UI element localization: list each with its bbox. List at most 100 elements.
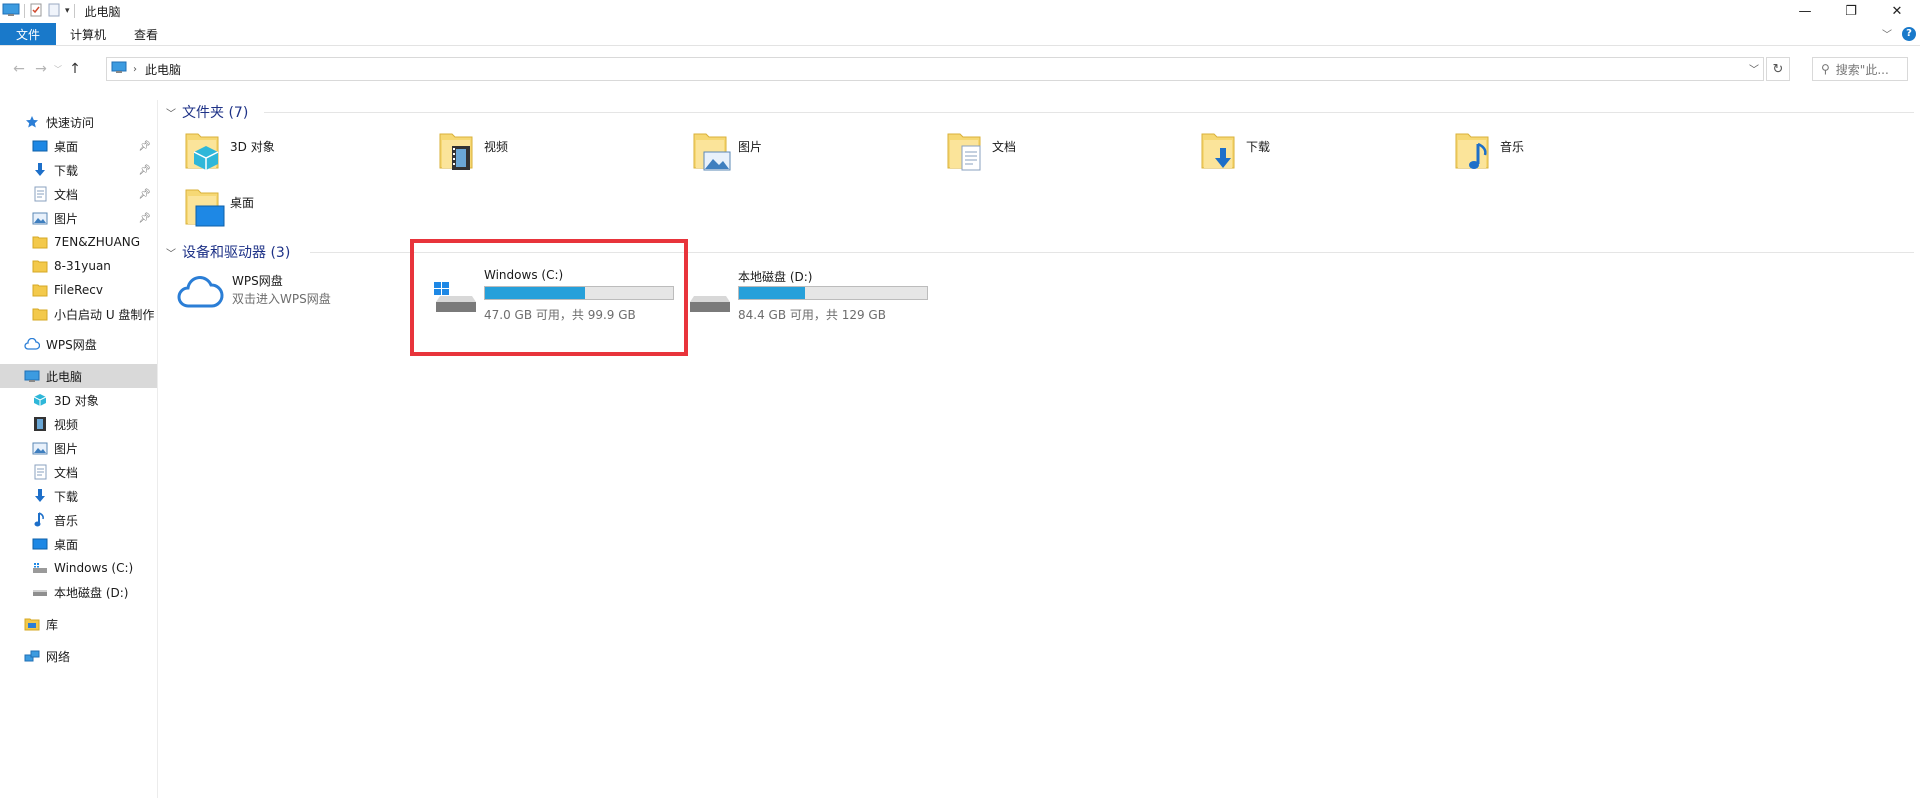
sidebar-item-folder[interactable]: 7EN&ZHUANG [0,230,157,254]
ribbon-tabs: 文件 计算机 查看 ﹀ ? [0,22,1920,46]
folder-3d-objects[interactable]: 3D 对象 [184,128,275,174]
folder-downloads[interactable]: 下载 [1200,128,1270,174]
sidebar-label: 3D 对象 [54,393,99,408]
folder-icon [32,282,48,298]
properties-icon[interactable] [29,3,43,20]
folders-group-header[interactable]: ﹀ 文件夹 (7) [166,102,248,122]
sidebar-item-pictures[interactable]: 图片 [0,436,157,460]
sidebar-item-library[interactable]: 库 [0,612,157,636]
desktop-icon [32,536,48,552]
up-arrow-icon[interactable]: ↑ [64,61,86,77]
video-icon [32,416,48,432]
sidebar-label: 桌面 [54,139,79,154]
separator [73,4,75,18]
new-folder-icon[interactable] [47,3,61,20]
pin-icon[interactable]: 📌︎ [138,165,151,176]
navigation-bar: ← → ﹀ ↑ › 此电脑 ﹀ ↻ ⚲ 搜索"此... [0,52,1920,86]
expand-ribbon-icon[interactable]: ﹀ [1882,26,1892,41]
folder-music[interactable]: 音乐 [1454,128,1524,174]
folder-icon [32,234,48,250]
sidebar-item-quick-access[interactable]: 快速访问 [0,110,157,134]
windows-drive-icon [32,560,48,576]
search-placeholder: 搜索"此... [1835,62,1889,77]
tab-file[interactable]: 文件 [0,23,56,45]
drive-icon [32,584,48,600]
help-icon[interactable]: ? [1902,26,1916,41]
sidebar-item-folder[interactable]: FileRecv [0,278,157,302]
sidebar-item-downloads[interactable]: 下载 [0,484,157,508]
download-icon [32,162,48,178]
forward-arrow-icon[interactable]: → [30,61,52,77]
recent-locations-icon[interactable]: ﹀ [52,64,64,75]
sidebar-item-desktop[interactable]: 桌面 📌︎ [0,134,157,158]
back-arrow-icon[interactable]: ← [8,61,30,77]
cloud-icon [176,274,224,313]
group-divider [264,112,1914,113]
drive-d[interactable]: 本地磁盘 (D:) 84.4 GB 可用，共 129 GB [686,268,936,328]
address-bar[interactable]: › 此电脑 ﹀ [106,57,1764,81]
desktop-folder-icon [184,184,226,230]
content-area: ﹀ 文件夹 (7) 3D 对象 视频 图片 文档 下载 音乐 桌面 ﹀ 设备和驱… [160,96,1920,798]
title-bar: ▾ 此电脑 — ❐ ✕ [0,0,1920,22]
sidebar-item-music[interactable]: 音乐 [0,508,157,532]
folder-label: 3D 对象 [230,140,275,154]
folder-videos[interactable]: 视频 [438,128,508,174]
sidebar-item-folder[interactable]: 8-31yuan [0,254,157,278]
desktop-icon [32,138,48,154]
sidebar-label: 音乐 [54,513,79,528]
sidebar-item-videos[interactable]: 视频 [0,412,157,436]
folder-icon [32,306,48,322]
folder-label: 下载 [1246,140,1271,154]
download-folder-icon [1200,128,1242,174]
sidebar-item-network[interactable]: 网络 [0,644,157,668]
restore-button[interactable]: ❐ [1828,0,1874,22]
sidebar-label: FileRecv [54,283,103,297]
close-button[interactable]: ✕ [1874,0,1920,22]
minimize-button[interactable]: — [1782,0,1828,22]
sidebar-item-drive-d[interactable]: 本地磁盘 (D:) [0,580,157,604]
tab-view[interactable]: 查看 [120,23,172,45]
folder-pictures[interactable]: 图片 [692,128,762,174]
devices-group-header[interactable]: ﹀ 设备和驱动器 (3) [166,242,290,262]
sidebar-item-this-pc[interactable]: 此电脑 [0,364,157,388]
computer-icon [111,61,127,77]
address-dropdown-icon[interactable]: ﹀ [1749,61,1759,76]
pin-icon[interactable]: 📌︎ [138,189,151,200]
refresh-button[interactable]: ↻ [1766,57,1790,81]
group-title: 文件夹 (7) [182,105,249,121]
pin-icon[interactable]: 📌︎ [138,213,151,224]
sidebar-item-documents[interactable]: 文档 [0,460,157,484]
sidebar-item-desktop[interactable]: 桌面 [0,532,157,556]
wps-cloud-drive[interactable]: WPS网盘 双击进入WPS网盘 [176,272,376,322]
pin-icon[interactable]: 📌︎ [138,141,151,152]
picture-icon [32,210,48,226]
sidebar-item-drive-c[interactable]: Windows (C:) [0,556,157,580]
folder-label: 图片 [738,140,763,154]
drive-usage-fill [739,287,805,299]
sidebar-item-downloads[interactable]: 下载 📌︎ [0,158,157,182]
download-icon [32,488,48,504]
customize-dropdown-icon[interactable]: ▾ [65,6,70,16]
sidebar-label: 库 [46,617,59,632]
sidebar-item-3d-objects[interactable]: 3D 对象 [0,388,157,412]
highlight-box [410,239,688,356]
sidebar-item-pictures[interactable]: 图片 📌︎ [0,206,157,230]
group-title: 设备和驱动器 (3) [182,245,291,261]
folder-documents[interactable]: 文档 [946,128,1016,174]
breadcrumb-this-pc[interactable]: 此电脑 [145,61,181,78]
tab-computer[interactable]: 计算机 [56,23,120,45]
sidebar-label: WPS网盘 [46,337,97,352]
drive-subtitle: 双击进入WPS网盘 [232,292,331,306]
search-input[interactable]: ⚲ 搜索"此... [1812,57,1908,81]
sidebar-label: 文档 [54,187,79,202]
document-icon [32,186,48,202]
sidebar-item-documents[interactable]: 文档 📌︎ [0,182,157,206]
computer-icon [24,368,40,384]
drive-name: WPS网盘 [232,274,283,288]
chevron-down-icon: ﹀ [166,108,176,120]
sidebar-label: 文档 [54,465,79,480]
sidebar-item-wps[interactable]: WPS网盘 [0,332,157,356]
sidebar-item-folder[interactable]: 小白启动 U 盘制作 [0,302,157,326]
document-folder-icon [946,128,988,174]
folder-desktop[interactable]: 桌面 [184,184,254,230]
